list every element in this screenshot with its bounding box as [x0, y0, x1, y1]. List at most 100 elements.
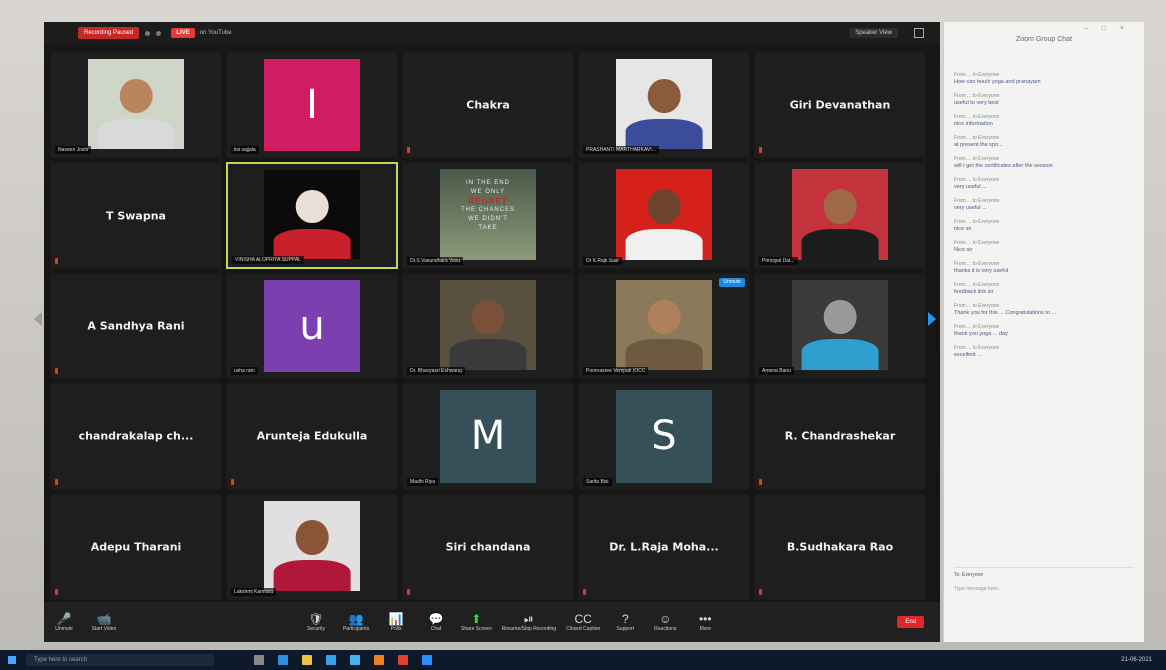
chat-message: From ... to Everyone useful to very best: [954, 93, 1130, 107]
participant-tile[interactable]: S Sarita Bisi: [578, 383, 750, 490]
chat-message-input[interactable]: Type message here...: [954, 586, 1134, 592]
taskbar-search-input[interactable]: Type here to search: [26, 654, 214, 666]
participant-tile[interactable]: Siri chandana: [402, 493, 574, 600]
more-icon: •••: [698, 612, 712, 626]
participant-tile[interactable]: Dr K.Rajk Sasi: [578, 162, 750, 269]
unmute-request-badge[interactable]: Unmute: [719, 277, 745, 287]
chat-message-text: Thank you for this ... Congratulations t…: [954, 310, 1057, 316]
meeting-toolbar: 🎤 Unmute 📹 Start Video 🛡 Security 👥 Participant…: [44, 602, 940, 642]
next-page-arrow-icon[interactable]: [928, 312, 936, 326]
polls-icon: 📊: [388, 612, 404, 626]
participant-tile[interactable]: Adepu Tharani: [50, 493, 222, 600]
participant-tile[interactable]: B.Sudhakara Rao: [754, 493, 926, 600]
closed-caption-button[interactable]: CC Closed Caption: [566, 612, 600, 632]
participant-grid: Naveen Joshi Iitsi sajjala Chakra PRASHANTI…: [50, 52, 926, 600]
toolbar-label: Reactions: [654, 626, 677, 632]
participant-tile[interactable]: Principal Dat...: [754, 162, 926, 269]
participant-tile[interactable]: Arunteja Edukulla: [226, 383, 398, 490]
quote-line: IN THE END: [466, 180, 510, 187]
chat-message-text: will I get the certificates after the se…: [954, 163, 1053, 169]
participant-tile[interactable]: Naveen Joshi: [50, 52, 222, 159]
chat-message: From ... to Everyone feedback link sir: [954, 282, 1130, 296]
monitor-frame: Recording Paused LIVE on YouTube Speaker…: [0, 0, 1166, 670]
previous-page-arrow-icon[interactable]: [34, 312, 42, 326]
participant-tile[interactable]: T Swapna: [50, 162, 222, 269]
windows-start-icon[interactable]: [8, 656, 16, 664]
chat-button[interactable]: 💬 Chat: [421, 612, 451, 632]
participant-tile[interactable]: chandrakalap ch...: [50, 383, 222, 490]
participant-name-label: usha rani: [231, 367, 258, 376]
participant-tile[interactable]: Giri Devanathan: [754, 52, 926, 159]
participant-tile[interactable]: R. Chandrashekar: [754, 383, 926, 490]
security-button[interactable]: 🛡 Security: [301, 612, 331, 632]
participant-tile[interactable]: VINISHA ALOPRIYA SUPPAL: [226, 162, 398, 269]
participant-name-label: PRASHANTI MARTHARKAVI...: [583, 146, 659, 155]
participants-button[interactable]: 👥 Participants: [341, 612, 371, 632]
mic-muted-icon: [55, 257, 58, 264]
participant-tile[interactable]: Dr. Bhavyasri Eshwaraj: [402, 272, 574, 380]
toolbar-label: Polls: [390, 626, 402, 632]
participant-tile[interactable]: IN THE END WE ONLY REGRET THE CHANCES WE DID…: [402, 162, 574, 269]
photos-icon[interactable]: [350, 655, 360, 665]
recording-status-badge[interactable]: Recording Paused: [78, 27, 140, 39]
polls-button[interactable]: 📊 Polls: [381, 612, 411, 632]
share-screen-button[interactable]: ⬆ Share Screen: [461, 612, 492, 632]
participant-tile[interactable]: M Madhi Riya: [402, 383, 574, 490]
chat-recipient-select[interactable]: To: Everyone: [954, 572, 1134, 578]
participant-tile[interactable]: u usha rani: [226, 272, 398, 380]
chat-message-sender: From ... to Everyone: [954, 303, 1000, 309]
participant-name: T Swapna: [106, 209, 166, 223]
pause-icon[interactable]: [145, 30, 151, 36]
participant-tile[interactable]: Dr. L.Raja Moha...: [578, 493, 750, 600]
chat-message-sender: From ... to Everyone: [954, 93, 1000, 99]
live-platform-text[interactable]: on YouTube: [200, 30, 232, 36]
reactions-button[interactable]: ☺ Reactions: [650, 612, 680, 632]
participant-tile[interactable]: PRASHANTI MARTHARKAVI...: [578, 52, 750, 159]
participant-video: [792, 169, 888, 260]
support-button[interactable]: ? Support: [610, 612, 640, 632]
chat-message-text: Nice sir: [954, 247, 973, 253]
participant-name-label: Naveen Joshi: [55, 146, 92, 155]
participant-tile[interactable]: Poornasree Vempati (OCC Unmute: [578, 272, 750, 380]
quote-line: TAKE: [478, 225, 498, 232]
security-icon: 🛡: [308, 612, 324, 626]
unmute-button[interactable]: 🎤 Unmute: [49, 612, 79, 632]
stop-icon[interactable]: [156, 30, 162, 36]
participant-tile[interactable]: A Sandhya Rani: [50, 272, 222, 380]
toolbar-label: Support: [616, 626, 635, 632]
participant-tile[interactable]: Iitsi sajjala: [226, 52, 398, 159]
chat-window-controls[interactable]: – □ ×: [1084, 25, 1130, 32]
participant-video: [88, 59, 184, 150]
end-meeting-button[interactable]: End: [897, 616, 924, 628]
avatar: S: [616, 390, 712, 483]
chat-message-sender: From ... to Everyone: [954, 156, 1000, 162]
participant-tile[interactable]: Chakra: [402, 52, 574, 159]
participant-video: [616, 169, 712, 260]
mic-muted-icon: [407, 589, 410, 595]
mic-muted-icon: [759, 478, 762, 485]
start-video-icon: 📹: [96, 612, 112, 626]
more-button[interactable]: ••• More: [690, 612, 720, 632]
vlc-icon[interactable]: [374, 655, 384, 665]
fullscreen-icon[interactable]: [914, 28, 924, 38]
chat-message-text: excellent ...: [954, 352, 982, 358]
recording-button[interactable]: ⏯ Resume/Stop Recording: [502, 612, 556, 632]
task-view-icon[interactable]: [254, 655, 264, 665]
file-explorer-icon[interactable]: [302, 655, 312, 665]
chat-message: From ... to Everyone will I get the certi…: [954, 156, 1130, 170]
store-icon[interactable]: [326, 655, 336, 665]
participant-name: Arunteja Edukulla: [256, 429, 368, 443]
chat-message: From ... to Everyone How can teach yoga a…: [954, 72, 1130, 86]
zoom-app-icon[interactable]: [422, 655, 432, 665]
chat-message-text: nice sir: [954, 226, 972, 232]
chat-message-text: very useful ...: [954, 205, 987, 211]
participant-tile[interactable]: Lakshmi Karmara: [226, 493, 398, 600]
participant-tile[interactable]: Amena Banu: [754, 272, 926, 380]
start-video-button[interactable]: 📹 Start Video: [89, 612, 119, 632]
speaker-view-button[interactable]: Speaker View: [849, 28, 898, 38]
edge-browser-icon[interactable]: [278, 655, 288, 665]
participant-name-label: Madhi Riya: [407, 477, 439, 486]
chrome-icon[interactable]: [398, 655, 408, 665]
quote-image-text: IN THE END WE ONLY REGRET THE CHANCES WE DID…: [446, 179, 530, 233]
mic-muted-icon: [231, 478, 234, 485]
